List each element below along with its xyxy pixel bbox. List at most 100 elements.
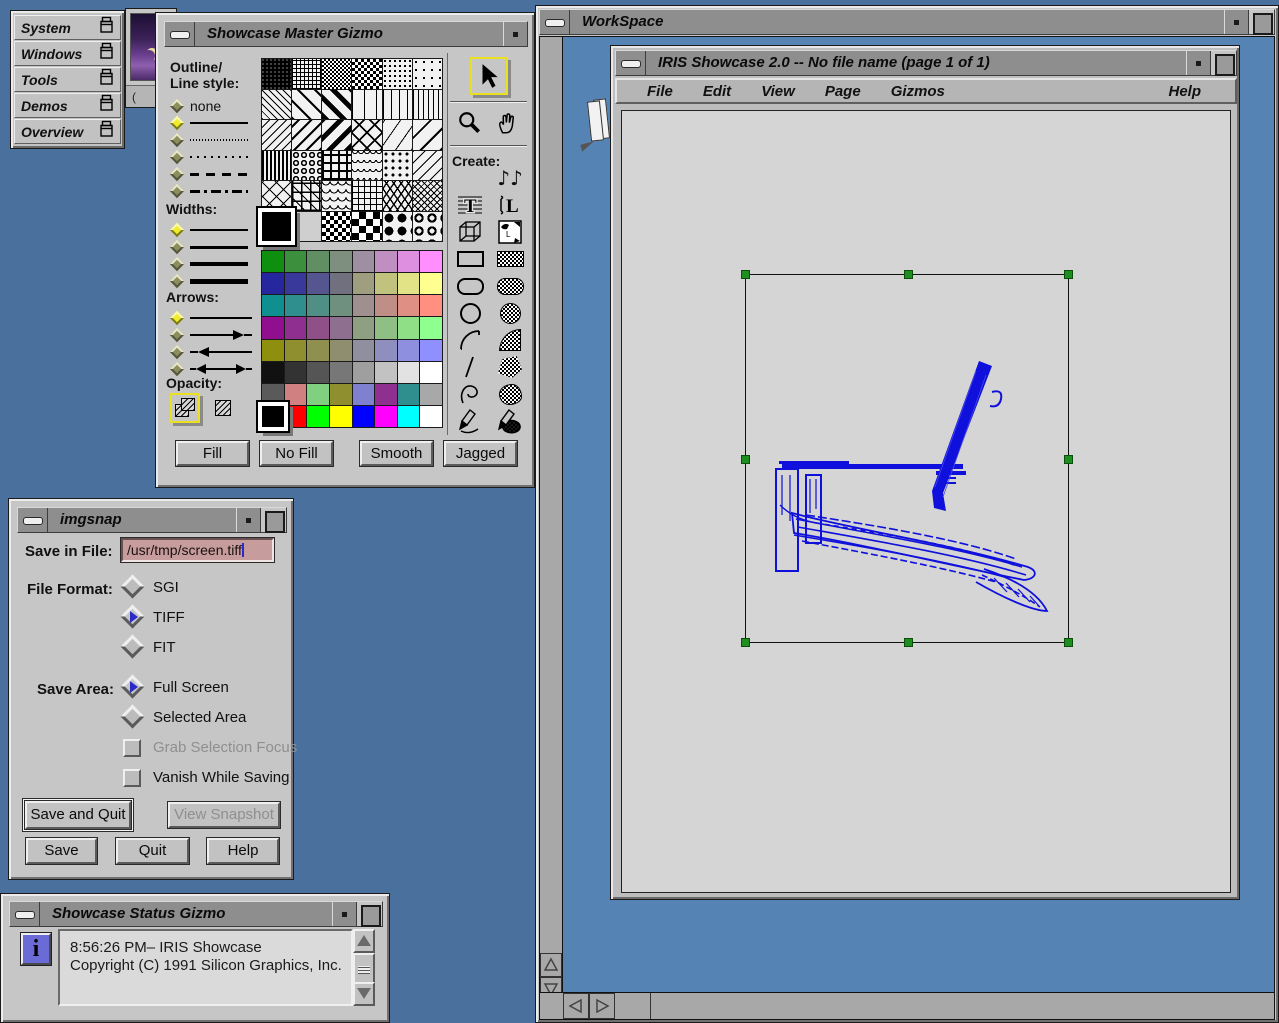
maximize-button[interactable] — [1210, 51, 1236, 75]
color-swatch-#ffff8f[interactable] — [420, 273, 442, 294]
color-swatch-#9f9f9f[interactable] — [353, 362, 375, 383]
color-swatch-#3c8f3c[interactable] — [285, 251, 307, 272]
area-radio-full-screen[interactable] — [121, 675, 145, 699]
status-scrollbar[interactable] — [353, 929, 375, 1006]
pattern-scales[interactable] — [322, 181, 351, 211]
minimize-button[interactable] — [165, 22, 195, 46]
help-button[interactable]: Help — [207, 838, 279, 864]
color-swatch-#e2e287[interactable] — [398, 273, 420, 294]
selection-handle[interactable] — [1064, 638, 1073, 647]
color-swatch-#9f9f7f[interactable] — [353, 273, 375, 294]
format-radio-fit[interactable] — [121, 635, 145, 659]
pattern-hatch-left-thick[interactable] — [322, 90, 351, 120]
color-swatch-#555555[interactable] — [307, 362, 329, 383]
width-option-3[interactable] — [172, 257, 272, 271]
color-swatch-#2f8f8f[interactable] — [398, 384, 420, 405]
window-menu-button[interactable] — [236, 508, 260, 532]
line-style-dash-dot[interactable] — [172, 184, 272, 198]
color-swatch-#00ffff[interactable] — [398, 406, 420, 427]
color-swatch-#df8fdf[interactable] — [398, 251, 420, 272]
color-swatch-#bf8f87[interactable] — [375, 295, 397, 316]
window-menu-button[interactable] — [332, 902, 356, 926]
color-swatch-#80d080[interactable] — [307, 384, 329, 405]
no-fill-button[interactable]: No Fill — [260, 441, 333, 466]
color-swatch-#0f8f0f[interactable] — [262, 251, 284, 272]
width-option-4[interactable] — [172, 274, 272, 288]
pattern-dots-dense[interactable] — [262, 59, 291, 89]
color-swatch-#9f8f8f[interactable] — [353, 295, 375, 316]
menu-help[interactable]: Help — [1168, 83, 1201, 100]
color-swatch-#6f8f7f[interactable] — [330, 295, 352, 316]
pattern-hlines-dotted[interactable] — [262, 151, 291, 181]
text-block-tool[interactable]: T — [452, 192, 488, 218]
color-swatch-#26269f[interactable] — [262, 273, 284, 294]
color-swatch-#8f8fbf[interactable] — [375, 340, 397, 361]
scroll-up-button[interactable] — [540, 953, 562, 977]
color-swatch-#7f8f7f[interactable] — [330, 251, 352, 272]
maximize-button[interactable] — [356, 902, 382, 926]
pencil-blob-tool[interactable] — [492, 408, 528, 434]
pattern-hatch-right-wide[interactable] — [413, 120, 442, 150]
pattern-hatch-right-fine[interactable] — [262, 120, 291, 150]
color-swatch-#df8f83[interactable] — [398, 295, 420, 316]
color-swatch-#00ff00[interactable] — [307, 406, 329, 427]
color-swatch-#ff00ff[interactable] — [375, 406, 397, 427]
color-swatch-#8f4f87[interactable] — [307, 317, 329, 338]
magnifier-tool[interactable] — [454, 107, 486, 139]
color-swatch-#ff8f80[interactable] — [420, 295, 442, 316]
minimize-button[interactable] — [18, 508, 48, 532]
pattern-checker-large[interactable] — [352, 212, 381, 242]
color-swatch-#8f2f8f[interactable] — [285, 317, 307, 338]
color-swatch-#55558f[interactable] — [307, 273, 329, 294]
rect-filled-tool[interactable] — [492, 246, 528, 272]
maximize-button[interactable] — [260, 508, 286, 532]
menu-gizmos[interactable]: Gizmos — [891, 83, 945, 100]
color-swatch-#a8a8a8[interactable] — [420, 384, 442, 405]
color-swatch-#e2e2e2[interactable] — [398, 362, 420, 383]
pattern-cubes[interactable] — [292, 181, 321, 211]
pattern-checker-small[interactable] — [322, 212, 351, 242]
pattern-checker-fine[interactable] — [322, 59, 351, 89]
color-swatch-#8f8fff[interactable] — [420, 340, 442, 361]
selection-handle[interactable] — [1064, 455, 1073, 464]
color-swatch-#000000[interactable] — [262, 406, 284, 427]
color-swatch-#8f8fdf[interactable] — [398, 340, 420, 361]
window-menu-button[interactable] — [1224, 10, 1248, 34]
color-swatch-#8f8f2f[interactable] — [285, 340, 307, 361]
pattern-dots-large[interactable] — [383, 212, 412, 242]
pencil-curve-tool[interactable] — [452, 408, 488, 434]
color-swatch-#8f2f8f[interactable] — [375, 384, 397, 405]
toolchest-item-tools[interactable]: Tools — [14, 67, 121, 92]
pattern-grid-square[interactable] — [352, 181, 381, 211]
format-radio-tiff[interactable] — [121, 605, 145, 629]
selection-handle[interactable] — [741, 638, 750, 647]
color-swatch-#2f8f8f[interactable] — [285, 295, 307, 316]
window-menu-button[interactable] — [1186, 51, 1210, 75]
pattern-hatch-left-fine[interactable] — [262, 90, 291, 120]
pattern-vlines-med[interactable] — [383, 90, 412, 120]
roundrect-filled-tool[interactable] — [492, 273, 528, 299]
selection-rectangle[interactable] — [745, 274, 1069, 643]
circle-outline-tool[interactable] — [452, 300, 488, 326]
roundrect-outline-tool[interactable] — [452, 273, 488, 299]
pattern-hatch-right-med[interactable] — [292, 120, 321, 150]
pattern-hatch-right-thin[interactable] — [413, 151, 442, 181]
pattern-dots-sparse[interactable] — [413, 59, 442, 89]
pattern-zigzag[interactable] — [383, 181, 412, 211]
color-swatch-#8fff8f[interactable] — [420, 317, 442, 338]
drawing-canvas[interactable] — [621, 110, 1231, 893]
color-swatch-#0f8f8f[interactable] — [262, 295, 284, 316]
quit-button[interactable]: Quit — [116, 838, 189, 864]
pattern-grid-fine[interactable] — [292, 59, 321, 89]
hand-tool[interactable] — [492, 107, 524, 139]
color-swatch-#8fdf87[interactable] — [398, 317, 420, 338]
text-cursor-tool[interactable]: L — [492, 192, 528, 218]
color-swatch-#8f9f82[interactable] — [353, 317, 375, 338]
line-style-none[interactable]: none — [172, 99, 272, 113]
arrow-cursor-tool[interactable] — [470, 57, 508, 95]
color-swatch-#8fbf85[interactable] — [375, 317, 397, 338]
pattern-grid-dots[interactable] — [383, 59, 412, 89]
menu-file[interactable]: File — [647, 83, 673, 100]
width-option-1[interactable] — [172, 223, 272, 237]
pattern-checker-med[interactable] — [352, 59, 381, 89]
